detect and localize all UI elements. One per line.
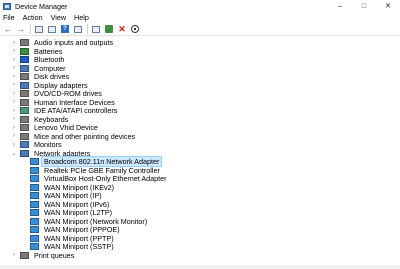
network-adapter-icon (30, 183, 39, 191)
network-adapter-icon (30, 209, 39, 216)
forward-arrow-icon[interactable]: → (16, 24, 26, 34)
printer-icon (20, 251, 29, 259)
show-hidden-icon[interactable] (47, 24, 57, 34)
display-icon (20, 81, 29, 89)
network-adapter-icon (30, 158, 39, 165)
network-adapter-icon (30, 217, 39, 225)
network-adapter-icon (30, 200, 39, 208)
battery-icon (20, 47, 29, 55)
tree-item-label: Print queues (34, 250, 75, 260)
collapse-chevron-icon[interactable]: ⌄ (10, 149, 18, 158)
keyboard-icon (20, 115, 29, 123)
network-adapter-icon (30, 234, 39, 242)
title-bar: Device Manager – □ ✕ (0, 0, 400, 12)
scan-hardware-icon[interactable] (91, 24, 101, 34)
network-adapter-icon (30, 175, 39, 182)
dvd-icon (20, 90, 29, 97)
window-controls: – □ ✕ (328, 0, 400, 12)
menu-file[interactable]: File (3, 13, 15, 22)
hid-icon (20, 98, 29, 106)
device-manager-icon (3, 2, 11, 10)
network-icon (20, 149, 29, 157)
maximize-button[interactable]: □ (352, 0, 376, 12)
update-icon[interactable] (104, 24, 114, 34)
minimize-button[interactable]: – (328, 0, 352, 12)
uninstall-icon[interactable]: ✕ (117, 24, 127, 34)
network-adapter-icon (30, 166, 39, 174)
computer-icon (20, 64, 29, 72)
network-adapter-icon (30, 243, 39, 250)
menu-action[interactable]: Action (23, 13, 43, 22)
ide-icon (20, 107, 29, 114)
menu-bar: File Action View Help (0, 12, 400, 23)
device-tree: › Audio inputs and outputs › Batteries › Blue… (0, 36, 400, 269)
menu-view[interactable]: View (51, 13, 66, 22)
monitor-icon (20, 141, 29, 148)
network-adapter-icon (30, 192, 39, 199)
disable-icon[interactable] (130, 24, 140, 34)
horizontal-scrollbar[interactable] (0, 265, 400, 269)
properties-icon[interactable] (34, 24, 44, 34)
toolbar: ← → ? ✕ (0, 23, 400, 36)
window-title: Device Manager (15, 1, 68, 11)
speaker-icon (20, 39, 29, 46)
back-arrow-icon[interactable]: ← (3, 24, 13, 34)
toolbar-separator (87, 24, 88, 34)
help-icon[interactable]: ? (60, 24, 70, 34)
disk-icon (20, 73, 29, 80)
toolbar-separator (30, 24, 31, 34)
expand-chevron-icon[interactable]: › (10, 251, 18, 260)
tree-category[interactable]: › Print queues (10, 251, 76, 260)
device-icon (20, 124, 29, 131)
menu-help[interactable]: Help (74, 13, 89, 22)
network-adapter-icon (30, 226, 39, 233)
mouse-icon (20, 132, 29, 140)
close-button[interactable]: ✕ (376, 0, 400, 12)
bluetooth-icon (20, 56, 29, 63)
update-driver-icon[interactable] (73, 24, 83, 34)
